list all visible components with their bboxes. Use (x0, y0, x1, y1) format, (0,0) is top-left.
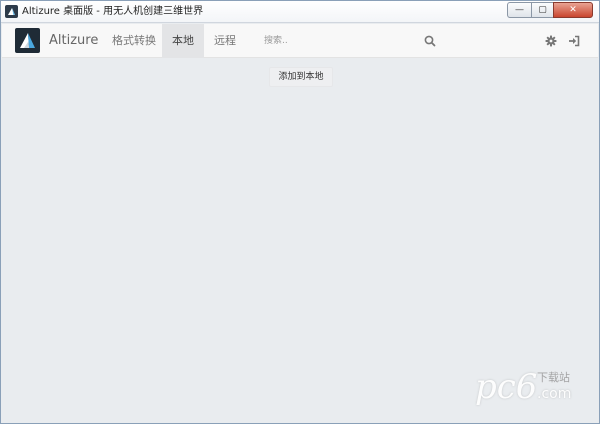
watermark-logo-text: pc6 (475, 367, 538, 407)
altizure-logo-icon[interactable] (15, 28, 40, 53)
tab-local[interactable]: 本地 (162, 24, 204, 58)
search-input[interactable] (254, 31, 414, 51)
navbar: Altizure 格式转换 本地 远程 (2, 24, 598, 58)
close-button[interactable]: ✕ (553, 2, 593, 18)
minimize-button[interactable]: — (507, 2, 531, 18)
title-bar[interactable]: Altizure 桌面版 - 用无人机创建三维世界 — ▢ ✕ (1, 1, 599, 23)
tab-format-convert[interactable]: 格式转换 (102, 24, 166, 58)
sign-in-icon[interactable] (567, 33, 581, 47)
watermark-download-text: 下载站 (537, 371, 570, 384)
watermark-domain-text: .com (537, 386, 572, 402)
window-controls: — ▢ ✕ (507, 2, 593, 18)
tab-remote[interactable]: 远程 (204, 24, 246, 58)
app-icon (5, 5, 18, 18)
gear-icon[interactable] (544, 33, 558, 47)
pc6-watermark: pc6 下载站 .com (475, 367, 585, 411)
brand-name[interactable]: Altizure (49, 32, 98, 50)
maximize-button[interactable]: ▢ (531, 2, 553, 18)
search-icon[interactable] (423, 33, 437, 47)
add-to-local-button[interactable]: 添加到本地 (269, 67, 333, 87)
app-window: Altizure 桌面版 - 用无人机创建三维世界 — ▢ ✕ Altizure… (0, 0, 600, 424)
window-title: Altizure 桌面版 - 用无人机创建三维世界 (22, 6, 204, 17)
